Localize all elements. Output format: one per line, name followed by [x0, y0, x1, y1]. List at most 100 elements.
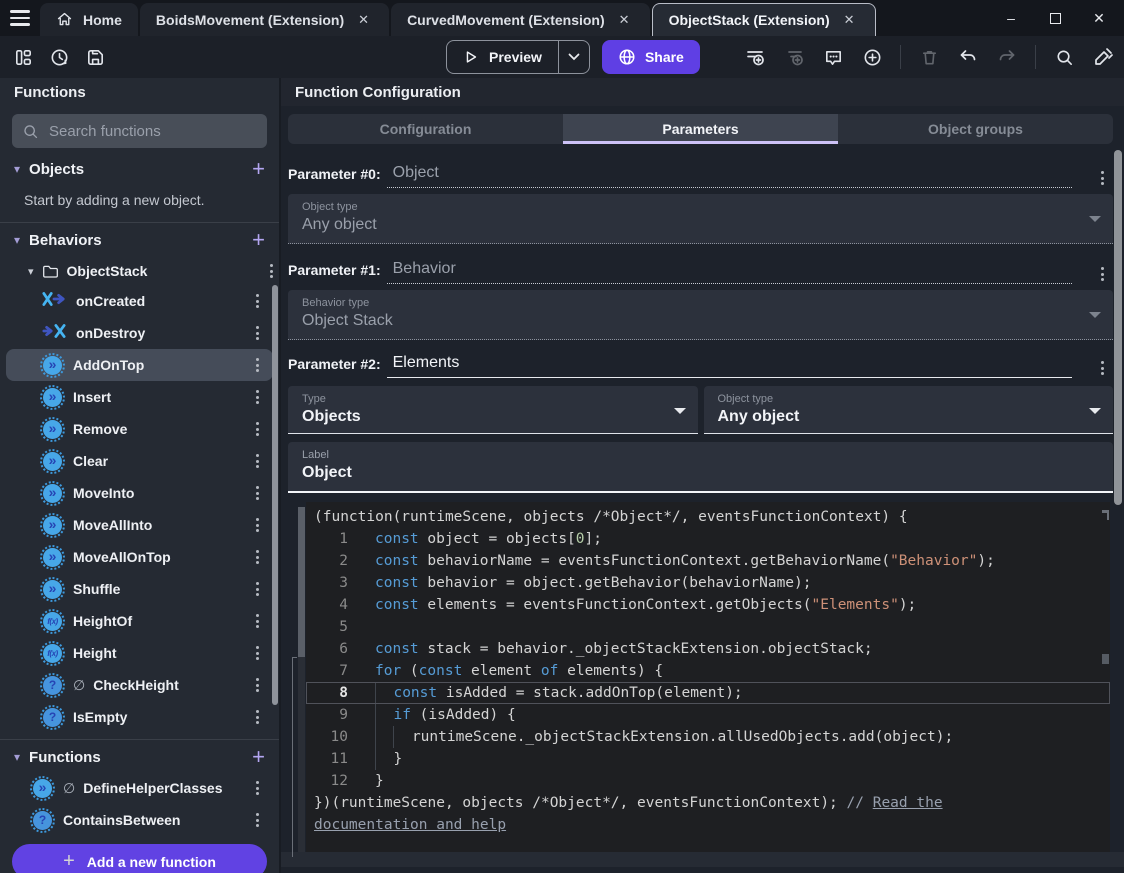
function-item-shuffle[interactable]: » Shuffle [6, 573, 273, 605]
kebab-menu-icon[interactable] [1094, 264, 1110, 284]
minimize-button[interactable]: – [996, 4, 1026, 32]
close-tab-icon[interactable]: ✕ [354, 10, 373, 30]
kebab-menu-icon[interactable] [263, 261, 279, 281]
kebab-menu-icon[interactable] [249, 355, 265, 375]
code-scrollbar[interactable] [298, 507, 305, 852]
add-new-function-button[interactable]: + Add a new function [12, 844, 267, 873]
close-tab-icon[interactable]: ✕ [615, 10, 634, 30]
tab-object-groups[interactable]: Object groups [838, 114, 1113, 144]
kebab-menu-icon[interactable] [1094, 168, 1110, 188]
function-item-remove[interactable]: » Remove [6, 413, 273, 445]
kebab-menu-icon[interactable] [1094, 358, 1110, 378]
collapse-triangle-icon[interactable]: ▾ [14, 233, 20, 247]
tab-home[interactable]: Home [40, 3, 138, 36]
redo-icon[interactable] [992, 42, 1022, 72]
kebab-menu-icon[interactable] [249, 778, 265, 798]
add-behavior-button[interactable]: + [252, 229, 265, 251]
function-item-insert[interactable]: » Insert [6, 381, 273, 413]
comment-icon[interactable] [818, 42, 848, 72]
preview-dropdown-button[interactable] [559, 41, 589, 73]
documentation-link[interactable]: Read the [873, 792, 943, 814]
kebab-menu-icon[interactable] [249, 515, 265, 535]
function-item-containsbetween[interactable]: ? ContainsBetween [6, 804, 273, 836]
add-free-function-button[interactable]: + [252, 746, 265, 768]
parameter-name-input[interactable]: Elements [386, 354, 1072, 378]
tab-curvedmovement[interactable]: CurvedMovement (Extension) ✕ [391, 3, 650, 36]
kebab-menu-icon[interactable] [249, 291, 265, 311]
function-item-moveallinto[interactable]: » MoveAllInto [6, 509, 273, 541]
objects-section-header[interactable]: ▾ Objects + [0, 154, 279, 184]
kebab-menu-icon[interactable] [249, 675, 265, 695]
save-icon[interactable] [80, 42, 110, 72]
kebab-menu-icon[interactable] [249, 810, 265, 830]
param1-behavior-type-select[interactable]: Behavior type Object Stack [288, 290, 1113, 340]
kebab-menu-icon[interactable] [249, 547, 265, 567]
function-item-definehelperclasses[interactable]: » ∅ DefineHelperClasses [6, 772, 273, 804]
collapse-triangle-icon[interactable]: ▾ [28, 265, 34, 278]
param0-object-type-select[interactable]: Object type Any object [288, 194, 1113, 244]
function-item-label: ContainsBetween [63, 812, 181, 828]
behavior-folder-objectstack[interactable]: ▾ ObjectStack [0, 257, 279, 285]
hamburger-menu-icon[interactable] [0, 0, 40, 36]
add-event-icon[interactable] [740, 42, 770, 72]
magic-pen-icon[interactable] [1088, 42, 1118, 72]
kebab-menu-icon[interactable] [249, 419, 265, 439]
function-item-height[interactable]: f(x) Height [6, 637, 273, 669]
search-input[interactable] [49, 122, 249, 140]
share-button[interactable]: Share [601, 40, 700, 74]
sidebar-scrollbar[interactable] [272, 285, 278, 705]
function-item-heightof[interactable]: f(x) HeightOf [6, 605, 273, 637]
kebab-menu-icon[interactable] [249, 707, 265, 727]
tab-boidsmovement[interactable]: BoidsMovement (Extension) ✕ [139, 3, 390, 36]
parameter-name-input[interactable]: Object [386, 164, 1072, 188]
tab-configuration[interactable]: Configuration [288, 114, 563, 144]
function-item-ondestroy[interactable]: onDestroy [6, 317, 273, 349]
kebab-menu-icon[interactable] [249, 323, 265, 343]
tab-parameters[interactable]: Parameters [563, 114, 838, 144]
kebab-menu-icon[interactable] [249, 643, 265, 663]
objects-empty-note: Start by adding a new object. [24, 192, 205, 208]
undo-icon[interactable] [953, 42, 983, 72]
trash-icon[interactable] [914, 42, 944, 72]
chevron-down-icon [1089, 216, 1101, 222]
collapse-triangle-icon[interactable]: ▾ [14, 750, 20, 764]
panel-resize-handle[interactable] [292, 657, 297, 857]
function-item-moveinto[interactable]: » MoveInto [6, 477, 273, 509]
tab-objectstack[interactable]: ObjectStack (Extension) ✕ [651, 3, 876, 36]
add-subevent-icon[interactable] [779, 42, 809, 72]
function-item-oncreated[interactable]: onCreated [6, 285, 273, 317]
behaviors-section-header[interactable]: ▾ Behaviors + [0, 225, 279, 255]
close-button[interactable]: ✕ [1084, 4, 1114, 32]
function-item-checkheight[interactable]: ? ∅ CheckHeight [6, 669, 273, 701]
function-item-isempty[interactable]: ? IsEmpty [6, 701, 273, 733]
maximize-button[interactable] [1040, 4, 1070, 32]
function-item-clear[interactable]: » Clear [6, 445, 273, 477]
parameter-label: Parameter #1: [288, 262, 381, 278]
history-icon[interactable] [44, 42, 74, 72]
javascript-code-editor[interactable]: (function(runtimeScene, objects /*Object… [306, 502, 1110, 852]
search-functions-box[interactable] [12, 114, 267, 148]
functions-section-header[interactable]: ▾ Functions + [0, 742, 279, 772]
preview-button[interactable]: Preview [446, 40, 590, 74]
function-item-addontop[interactable]: » AddOnTop [6, 349, 273, 381]
param2-type-select[interactable]: Type Objects [288, 386, 698, 434]
add-object-button[interactable]: + [252, 158, 265, 180]
plus-circle-icon[interactable] [857, 42, 887, 72]
folder-label: ObjectStack [66, 263, 148, 279]
search-icon[interactable] [1049, 42, 1079, 72]
panels-icon[interactable] [8, 42, 38, 72]
param2-label-input[interactable]: Label Object [288, 442, 1113, 493]
kebab-menu-icon[interactable] [249, 387, 265, 407]
section-label: Functions [29, 748, 101, 766]
function-item-moveallontop[interactable]: » MoveAllOnTop [6, 541, 273, 573]
kebab-menu-icon[interactable] [249, 483, 265, 503]
parameter-name-input[interactable]: Behavior [386, 260, 1072, 284]
param2-object-type-select[interactable]: Object type Any object [703, 386, 1113, 434]
main-scrollbar[interactable] [1114, 150, 1122, 505]
close-tab-icon[interactable]: ✕ [840, 10, 859, 30]
kebab-menu-icon[interactable] [249, 611, 265, 631]
kebab-menu-icon[interactable] [249, 579, 265, 599]
documentation-link[interactable]: documentation and help [314, 814, 506, 836]
collapse-triangle-icon[interactable]: ▾ [14, 162, 20, 176]
kebab-menu-icon[interactable] [249, 451, 265, 471]
